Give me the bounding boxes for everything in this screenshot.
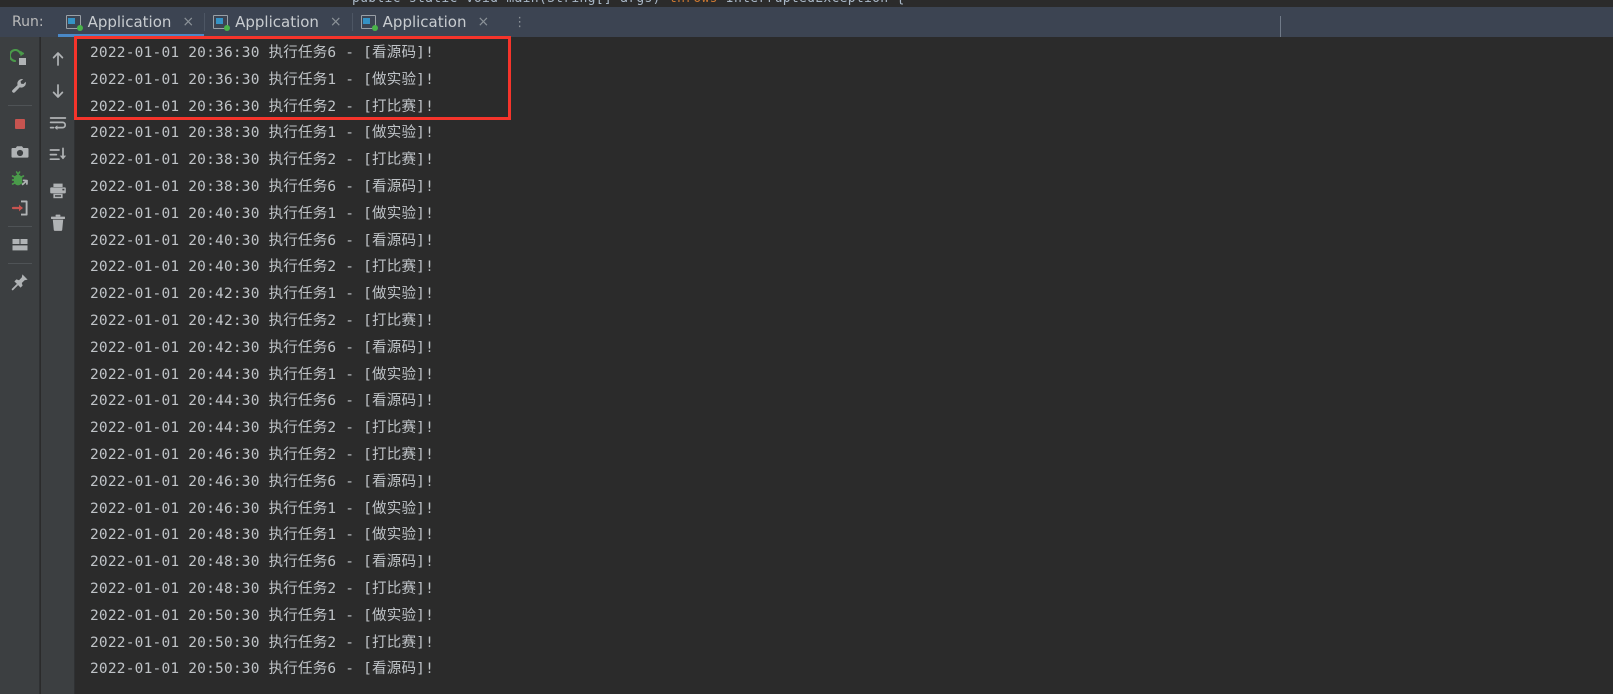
log-line: 2022-01-01 20:40:30 执行任务2 - [打比赛]! <box>90 259 435 276</box>
run-application-icon <box>213 15 231 31</box>
run-application-icon <box>360 15 378 31</box>
run-toolbar-primary <box>0 37 40 694</box>
scroll-to-end-icon <box>49 147 66 161</box>
log-line: 2022-01-01 20:40:30 执行任务6 - [看源码]! <box>90 232 435 249</box>
run-toolbar-secondary <box>41 37 75 694</box>
tab-label: Application <box>87 13 172 31</box>
arrow-up-icon <box>52 52 63 66</box>
log-line: 2022-01-01 20:48:30 执行任务6 - [看源码]! <box>90 554 435 571</box>
up-stack-trace-button[interactable] <box>41 45 74 73</box>
scroll-to-end-button[interactable] <box>41 141 74 169</box>
tab-application-3[interactable]: Application × <box>353 7 500 37</box>
trash-icon <box>50 214 65 231</box>
log-line: 2022-01-01 20:36:30 执行任务6 - [看源码]! <box>90 45 435 61</box>
print-icon <box>49 183 66 199</box>
run-application-icon <box>65 15 83 31</box>
log-line: 2022-01-01 20:50:30 执行任务2 - [打比赛]! <box>90 634 435 651</box>
log-line: 2022-01-01 20:44:30 执行任务6 - [看源码]! <box>90 393 435 410</box>
soft-wrap-icon <box>49 117 66 130</box>
export-button[interactable] <box>0 194 39 222</box>
stop-icon <box>14 119 25 129</box>
close-icon[interactable]: × <box>477 15 489 29</box>
console-output[interactable]: 2022-01-01 20:36:30 执行任务6 - [看源码]! 2022-… <box>76 37 1613 694</box>
print-button[interactable] <box>41 177 74 205</box>
thread-dump-button[interactable] <box>0 166 39 194</box>
toolbar-separator <box>7 105 32 106</box>
run-label: Run: <box>12 14 44 30</box>
wrench-icon <box>11 79 26 93</box>
pin-icon <box>11 274 28 291</box>
arrow-down-icon <box>52 84 63 98</box>
toolbar-separator <box>7 226 32 227</box>
log-line: 2022-01-01 20:46:30 执行任务1 - [做实验]! <box>90 500 435 517</box>
layout-icon <box>12 239 27 251</box>
dump-threads-button[interactable] <box>0 138 39 166</box>
soft-wrap-button[interactable] <box>41 109 74 137</box>
code-sliver-text: public static void main(String[] args) t… <box>352 0 905 6</box>
tab-application-2[interactable]: Application × <box>205 7 352 37</box>
edit-configuration-button[interactable] <box>0 73 39 101</box>
code-prefix: public static void main(String[] args) <box>352 0 669 6</box>
code-suffix: InterruptedException { <box>718 0 905 6</box>
editor-code-sliver: public static void main(String[] args) t… <box>0 0 1613 7</box>
layout-settings-button[interactable] <box>0 231 39 259</box>
run-tool-window-header: Run: Application × Application × Applica… <box>0 7 1613 42</box>
tab-label: Application <box>382 13 467 31</box>
tab-application-1[interactable]: Application × <box>57 7 205 37</box>
log-line: 2022-01-01 20:36:30 执行任务1 - [做实验]! <box>90 71 435 88</box>
log-line: 2022-01-01 20:42:30 执行任务1 - [做实验]! <box>90 286 435 303</box>
log-line: 2022-01-01 20:40:30 执行任务1 - [做实验]! <box>90 205 435 222</box>
close-icon[interactable]: × <box>182 15 194 29</box>
log-line: 2022-01-01 20:44:30 执行任务2 - [打比赛]! <box>90 420 435 437</box>
down-stack-trace-button[interactable] <box>41 77 74 105</box>
log-line: 2022-01-01 20:46:30 执行任务6 - [看源码]! <box>90 473 435 490</box>
log-line: 2022-01-01 20:48:30 执行任务1 - [做实验]! <box>90 527 435 544</box>
rerun-icon <box>9 49 26 65</box>
log-line: 2022-01-01 20:38:30 执行任务6 - [看源码]! <box>90 178 435 195</box>
pin-tab-button[interactable] <box>0 268 39 296</box>
log-line: 2022-01-01 20:50:30 执行任务1 - [做实验]! <box>90 607 435 624</box>
close-icon[interactable]: × <box>330 15 342 29</box>
thread-dump-icon <box>11 171 28 186</box>
stop-button[interactable] <box>0 110 39 138</box>
code-keyword: throws <box>669 0 718 6</box>
log-line: 2022-01-01 20:38:30 执行任务1 - [做实验]! <box>90 125 435 142</box>
toolbar-separator <box>7 263 32 264</box>
log-line: 2022-01-01 20:42:30 执行任务2 - [打比赛]! <box>90 312 435 329</box>
log-line: 2022-01-01 20:36:30 执行任务2 - [打比赛]! <box>90 98 435 115</box>
export-icon <box>11 200 28 216</box>
clear-all-button[interactable] <box>41 209 74 237</box>
log-line: 2022-01-01 20:42:30 执行任务6 - [看源码]! <box>90 339 435 356</box>
log-line: 2022-01-01 20:48:30 执行任务2 - [打比赛]! <box>90 580 435 597</box>
tab-label: Application <box>235 13 319 31</box>
log-line: 2022-01-01 20:44:30 执行任务1 - [做实验]! <box>90 366 435 383</box>
overflow-menu-icon[interactable]: ⋮ <box>513 16 526 29</box>
camera-icon <box>11 146 28 158</box>
rerun-button[interactable] <box>0 45 39 73</box>
log-line: 2022-01-01 20:38:30 执行任务2 - [打比赛]! <box>90 152 435 169</box>
log-line: 2022-01-01 20:50:30 执行任务6 - [看源码]! <box>90 661 435 678</box>
log-line: 2022-01-01 20:46:30 执行任务2 - [打比赛]! <box>90 446 435 463</box>
